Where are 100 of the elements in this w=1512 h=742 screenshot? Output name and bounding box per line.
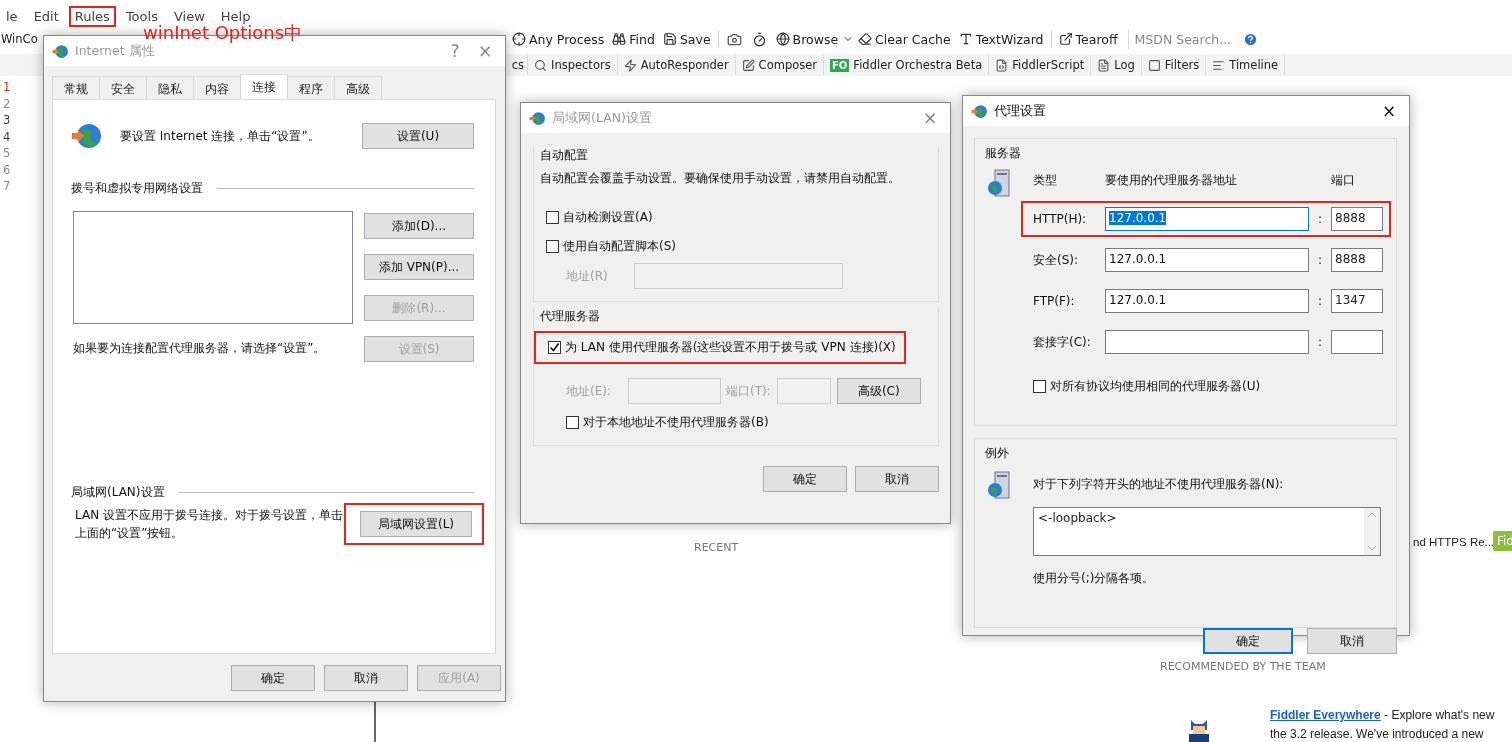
toolbar-button[interactable]: Any Process [508, 31, 609, 47]
checkbox[interactable]: 对所有协议均使用相同的代理服务器(U) [1033, 378, 1391, 395]
session-number[interactable]: 2 [0, 96, 11, 113]
column-header: 端口 [1331, 172, 1356, 189]
article-link[interactable]: Fiddler Everywhere [1270, 708, 1381, 722]
session-number[interactable]: 4 [0, 129, 11, 146]
input-field[interactable]: 127.0.0.1 [1105, 289, 1309, 313]
app-tab[interactable]: FO Fiddler Orchestra Beta [824, 55, 990, 75]
orchestra-badge: FO [830, 58, 850, 72]
menu-item[interactable]: Edit [27, 5, 65, 27]
session-number[interactable]: 3 [0, 113, 11, 130]
app-tab[interactable]: Timeline [1206, 55, 1286, 75]
eraser-icon [858, 32, 873, 46]
help-button[interactable]: ? [443, 41, 467, 61]
dialog-button[interactable]: 确定 [763, 466, 847, 492]
input-field[interactable]: 1347 [1331, 289, 1383, 313]
input-field[interactable] [634, 263, 843, 289]
section-heading: RECENT [694, 541, 739, 554]
help-icon[interactable] [1243, 31, 1259, 47]
dialog-tab[interactable]: 常规 [52, 76, 100, 99]
session-number[interactable]: 7 [0, 179, 11, 196]
app-tab[interactable]: FiddlerScript [989, 55, 1092, 75]
advanced-button[interactable]: 高级(C) [836, 378, 921, 404]
input-field[interactable]: 127.0.0.1 [1105, 207, 1309, 231]
separator-text: : [1316, 294, 1323, 308]
exceptions-field[interactable]: <-loopback> [1033, 507, 1381, 556]
checkbox-icon [1147, 58, 1161, 72]
save-icon [662, 32, 677, 46]
menu-item[interactable]: le [0, 5, 24, 27]
app-tab[interactable]: cs [508, 55, 528, 75]
checkbox[interactable]: 为 LAN 使用代理服务器(这些设置不用于拨号或 VPN 连接)(X) [548, 339, 896, 356]
dialog-button[interactable]: 添加(D)... [364, 213, 474, 239]
separator-text: : [1316, 335, 1323, 349]
dialog-button[interactable]: 取消 [1307, 628, 1397, 654]
dialog-tab[interactable]: 高级 [334, 76, 382, 99]
window-title: 代理设置 [994, 102, 1047, 120]
session-number[interactable]: 1 [0, 80, 11, 97]
auto-config-text: 自动配置会覆盖手动设置。要确保使用手动设置，请禁用自动配置。 [540, 170, 901, 187]
separator-text: : [1316, 253, 1323, 267]
group-heading: 服务器 [985, 145, 1022, 162]
field-label: 地址(R) [566, 267, 609, 285]
toolbar-button[interactable]: Save [658, 31, 715, 47]
dialog-button[interactable]: 确定 [231, 665, 315, 691]
group-heading: 自动配置 [540, 147, 589, 164]
app-tab[interactable]: Inspectors [528, 55, 618, 75]
timer-icon[interactable] [751, 31, 767, 47]
exceptions-note: 使用分号(;)分隔各项。 [1033, 570, 1156, 587]
session-number[interactable]: 6 [0, 162, 11, 179]
binoculars-icon [612, 32, 627, 46]
menu-item[interactable]: View [167, 5, 211, 27]
scrollbar-icon [1364, 508, 1380, 555]
close-button[interactable]: × [1377, 101, 1401, 121]
camera-icon[interactable] [726, 31, 742, 47]
group-heading: 拨号和虚拟专用网络设置 [71, 180, 203, 197]
lan-settings-button[interactable]: 局域网设置(L) [360, 511, 472, 537]
input-field[interactable] [1331, 330, 1383, 354]
close-button[interactable]: × [918, 108, 942, 128]
setup-button[interactable]: 设置(U) [362, 123, 474, 149]
lightning-icon [623, 58, 637, 72]
close-button[interactable]: × [473, 41, 497, 61]
dialog-button[interactable]: 取消 [324, 665, 408, 691]
field-label: 地址(E): [566, 382, 612, 400]
search-field[interactable]: MSDN Search... [1127, 29, 1238, 49]
window-title: Internet 属性 [75, 42, 156, 60]
field-label: 端口(T): [726, 382, 771, 400]
dialog-button[interactable]: 添加 VPN(P)... [364, 254, 474, 280]
recent-item[interactable]: nd HTTPS Re... [1413, 536, 1495, 548]
toolbar-button[interactable]: WinCo [0, 32, 39, 46]
app-tab[interactable]: AutoResponder [617, 55, 736, 75]
toolbar-button[interactable]: TextWizard [954, 31, 1048, 47]
input-field[interactable] [776, 378, 831, 404]
column-header: 类型 [1033, 172, 1058, 189]
setup-text: 要设置 Internet 连接，单击“设置”。 [120, 127, 320, 145]
toolbar-button[interactable]: Tearoff [1054, 31, 1122, 47]
input-field[interactable]: 8888 [1331, 207, 1383, 231]
connection-list[interactable] [73, 211, 353, 324]
checkbox[interactable]: 对于本地地址不使用代理服务器(B) [566, 414, 930, 431]
group-heading: 代理服务器 [540, 308, 601, 325]
dialog-button[interactable]: 确定 [1203, 628, 1293, 654]
checkbox[interactable]: 自动检测设置(A) [546, 209, 930, 226]
session-number[interactable]: 5 [0, 146, 11, 163]
field-label: 套接字(C): [1033, 333, 1092, 351]
dialog-button[interactable]: 取消 [855, 466, 939, 492]
input-field[interactable]: 8888 [1331, 248, 1383, 272]
toolbar-button[interactable]: Find [608, 31, 659, 47]
menu-item[interactable]: Rules [68, 5, 116, 27]
input-field[interactable] [628, 378, 721, 404]
app-tab[interactable]: Log [1091, 55, 1142, 75]
crosshair-icon [512, 32, 526, 46]
input-field[interactable] [1105, 330, 1309, 354]
input-field[interactable]: 127.0.0.1 [1105, 248, 1309, 272]
toolbar-button[interactable]: Browse [771, 31, 843, 47]
app-tab[interactable]: Filters [1141, 55, 1207, 75]
dialog-tab[interactable]: 连接 [240, 74, 288, 99]
checkbox[interactable]: 使用自动配置脚本(S) [546, 238, 930, 255]
field-label: 安全(S): [1033, 251, 1080, 269]
toolbar-button[interactable]: Clear Cache [854, 31, 955, 47]
app-tab[interactable]: Composer [735, 55, 824, 75]
script-icon [995, 58, 1009, 72]
article-text: Fiddler Everywhere - Explore what's new the 3.2 release. We've introduced a new [1270, 707, 1495, 742]
